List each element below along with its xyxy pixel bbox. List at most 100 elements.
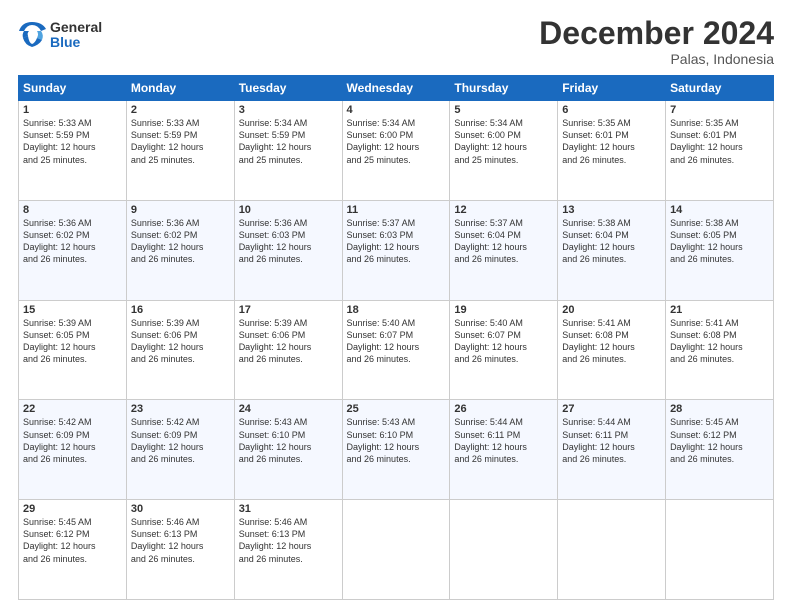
day-info: Sunrise: 5:35 AMSunset: 6:01 PMDaylight:…: [670, 117, 769, 166]
header-day-saturday: Saturday: [666, 76, 774, 101]
calendar-cell: [558, 500, 666, 600]
calendar-cell: 14Sunrise: 5:38 AMSunset: 6:05 PMDayligh…: [666, 200, 774, 300]
day-info: Sunrise: 5:42 AMSunset: 6:09 PMDaylight:…: [131, 416, 230, 465]
calendar-cell: 20Sunrise: 5:41 AMSunset: 6:08 PMDayligh…: [558, 300, 666, 400]
page-subtitle: Palas, Indonesia: [539, 51, 774, 67]
day-number: 27: [562, 403, 661, 415]
day-number: 17: [239, 304, 338, 316]
day-number: 11: [347, 204, 446, 216]
day-info: Sunrise: 5:35 AMSunset: 6:01 PMDaylight:…: [562, 117, 661, 166]
day-info: Sunrise: 5:45 AMSunset: 6:12 PMDaylight:…: [670, 416, 769, 465]
calendar-week-5: 29Sunrise: 5:45 AMSunset: 6:12 PMDayligh…: [19, 500, 774, 600]
calendar-cell: 19Sunrise: 5:40 AMSunset: 6:07 PMDayligh…: [450, 300, 558, 400]
calendar-cell: 22Sunrise: 5:42 AMSunset: 6:09 PMDayligh…: [19, 400, 127, 500]
day-number: 28: [670, 403, 769, 415]
day-info: Sunrise: 5:38 AMSunset: 6:05 PMDaylight:…: [670, 217, 769, 266]
calendar-cell: 18Sunrise: 5:40 AMSunset: 6:07 PMDayligh…: [342, 300, 450, 400]
day-number: 26: [454, 403, 553, 415]
logo-general-text: General: [50, 20, 102, 35]
calendar-cell: 9Sunrise: 5:36 AMSunset: 6:02 PMDaylight…: [126, 200, 234, 300]
day-number: 30: [131, 503, 230, 515]
calendar-cell: 12Sunrise: 5:37 AMSunset: 6:04 PMDayligh…: [450, 200, 558, 300]
page-title: December 2024: [539, 16, 774, 51]
day-number: 4: [347, 104, 446, 116]
day-info: Sunrise: 5:36 AMSunset: 6:02 PMDaylight:…: [131, 217, 230, 266]
header-day-friday: Friday: [558, 76, 666, 101]
calendar-cell: 5Sunrise: 5:34 AMSunset: 6:00 PMDaylight…: [450, 101, 558, 201]
day-number: 8: [23, 204, 122, 216]
day-info: Sunrise: 5:39 AMSunset: 6:06 PMDaylight:…: [239, 317, 338, 366]
day-number: 24: [239, 403, 338, 415]
calendar-cell: 16Sunrise: 5:39 AMSunset: 6:06 PMDayligh…: [126, 300, 234, 400]
day-number: 21: [670, 304, 769, 316]
calendar-cell: [666, 500, 774, 600]
day-number: 13: [562, 204, 661, 216]
header-day-sunday: Sunday: [19, 76, 127, 101]
day-number: 25: [347, 403, 446, 415]
calendar-cell: 1Sunrise: 5:33 AMSunset: 5:59 PMDaylight…: [19, 101, 127, 201]
day-info: Sunrise: 5:37 AMSunset: 6:04 PMDaylight:…: [454, 217, 553, 266]
calendar-header: SundayMondayTuesdayWednesdayThursdayFrid…: [19, 76, 774, 101]
day-number: 22: [23, 403, 122, 415]
day-info: Sunrise: 5:39 AMSunset: 6:06 PMDaylight:…: [131, 317, 230, 366]
calendar-week-1: 1Sunrise: 5:33 AMSunset: 5:59 PMDaylight…: [19, 101, 774, 201]
logo-text: General Blue: [50, 20, 102, 51]
day-info: Sunrise: 5:40 AMSunset: 6:07 PMDaylight:…: [454, 317, 553, 366]
calendar-cell: 2Sunrise: 5:33 AMSunset: 5:59 PMDaylight…: [126, 101, 234, 201]
day-info: Sunrise: 5:44 AMSunset: 6:11 PMDaylight:…: [454, 416, 553, 465]
header-day-thursday: Thursday: [450, 76, 558, 101]
day-info: Sunrise: 5:36 AMSunset: 6:02 PMDaylight:…: [23, 217, 122, 266]
day-number: 20: [562, 304, 661, 316]
header-day-wednesday: Wednesday: [342, 76, 450, 101]
day-info: Sunrise: 5:34 AMSunset: 6:00 PMDaylight:…: [454, 117, 553, 166]
day-number: 15: [23, 304, 122, 316]
header: General Blue December 2024 Palas, Indone…: [18, 16, 774, 67]
calendar-cell: 26Sunrise: 5:44 AMSunset: 6:11 PMDayligh…: [450, 400, 558, 500]
day-info: Sunrise: 5:41 AMSunset: 6:08 PMDaylight:…: [670, 317, 769, 366]
day-info: Sunrise: 5:34 AMSunset: 5:59 PMDaylight:…: [239, 117, 338, 166]
title-block: December 2024 Palas, Indonesia: [539, 16, 774, 67]
calendar-cell: 31Sunrise: 5:46 AMSunset: 6:13 PMDayligh…: [234, 500, 342, 600]
calendar-cell: 29Sunrise: 5:45 AMSunset: 6:12 PMDayligh…: [19, 500, 127, 600]
calendar-cell: 21Sunrise: 5:41 AMSunset: 6:08 PMDayligh…: [666, 300, 774, 400]
header-day-tuesday: Tuesday: [234, 76, 342, 101]
day-number: 2: [131, 104, 230, 116]
day-info: Sunrise: 5:43 AMSunset: 6:10 PMDaylight:…: [239, 416, 338, 465]
day-number: 31: [239, 503, 338, 515]
day-info: Sunrise: 5:41 AMSunset: 6:08 PMDaylight:…: [562, 317, 661, 366]
header-row: SundayMondayTuesdayWednesdayThursdayFrid…: [19, 76, 774, 101]
day-number: 14: [670, 204, 769, 216]
day-number: 7: [670, 104, 769, 116]
calendar-cell: 23Sunrise: 5:42 AMSunset: 6:09 PMDayligh…: [126, 400, 234, 500]
header-day-monday: Monday: [126, 76, 234, 101]
day-number: 16: [131, 304, 230, 316]
day-info: Sunrise: 5:36 AMSunset: 6:03 PMDaylight:…: [239, 217, 338, 266]
day-info: Sunrise: 5:46 AMSunset: 6:13 PMDaylight:…: [239, 516, 338, 565]
calendar-cell: 11Sunrise: 5:37 AMSunset: 6:03 PMDayligh…: [342, 200, 450, 300]
calendar-cell: 25Sunrise: 5:43 AMSunset: 6:10 PMDayligh…: [342, 400, 450, 500]
calendar-week-2: 8Sunrise: 5:36 AMSunset: 6:02 PMDaylight…: [19, 200, 774, 300]
calendar-cell: 8Sunrise: 5:36 AMSunset: 6:02 PMDaylight…: [19, 200, 127, 300]
day-info: Sunrise: 5:38 AMSunset: 6:04 PMDaylight:…: [562, 217, 661, 266]
calendar-cell: 15Sunrise: 5:39 AMSunset: 6:05 PMDayligh…: [19, 300, 127, 400]
day-number: 5: [454, 104, 553, 116]
day-info: Sunrise: 5:40 AMSunset: 6:07 PMDaylight:…: [347, 317, 446, 366]
logo-icon: [18, 21, 46, 49]
day-info: Sunrise: 5:33 AMSunset: 5:59 PMDaylight:…: [23, 117, 122, 166]
page: General Blue December 2024 Palas, Indone…: [0, 0, 792, 612]
day-info: Sunrise: 5:37 AMSunset: 6:03 PMDaylight:…: [347, 217, 446, 266]
calendar-cell: 28Sunrise: 5:45 AMSunset: 6:12 PMDayligh…: [666, 400, 774, 500]
day-info: Sunrise: 5:46 AMSunset: 6:13 PMDaylight:…: [131, 516, 230, 565]
logo-blue-text: Blue: [50, 35, 102, 50]
calendar-week-4: 22 Sunrise: 5:42 AMSunset: 6:09 PMDayligh…: [19, 400, 774, 500]
day-info: Sunrise: 5:45 AMSunset: 6:12 PMDaylight:…: [23, 516, 122, 565]
calendar-cell: 13Sunrise: 5:38 AMSunset: 6:04 PMDayligh…: [558, 200, 666, 300]
calendar-cell: 6Sunrise: 5:35 AMSunset: 6:01 PMDaylight…: [558, 101, 666, 201]
calendar-cell: 4Sunrise: 5:34 AMSunset: 6:00 PMDaylight…: [342, 101, 450, 201]
calendar-cell: 17Sunrise: 5:39 AMSunset: 6:06 PMDayligh…: [234, 300, 342, 400]
calendar: SundayMondayTuesdayWednesdayThursdayFrid…: [18, 75, 774, 600]
calendar-body: 1Sunrise: 5:33 AMSunset: 5:59 PMDaylight…: [19, 101, 774, 600]
calendar-cell: [342, 500, 450, 600]
day-number: 12: [454, 204, 553, 216]
day-number: 29: [23, 503, 122, 515]
